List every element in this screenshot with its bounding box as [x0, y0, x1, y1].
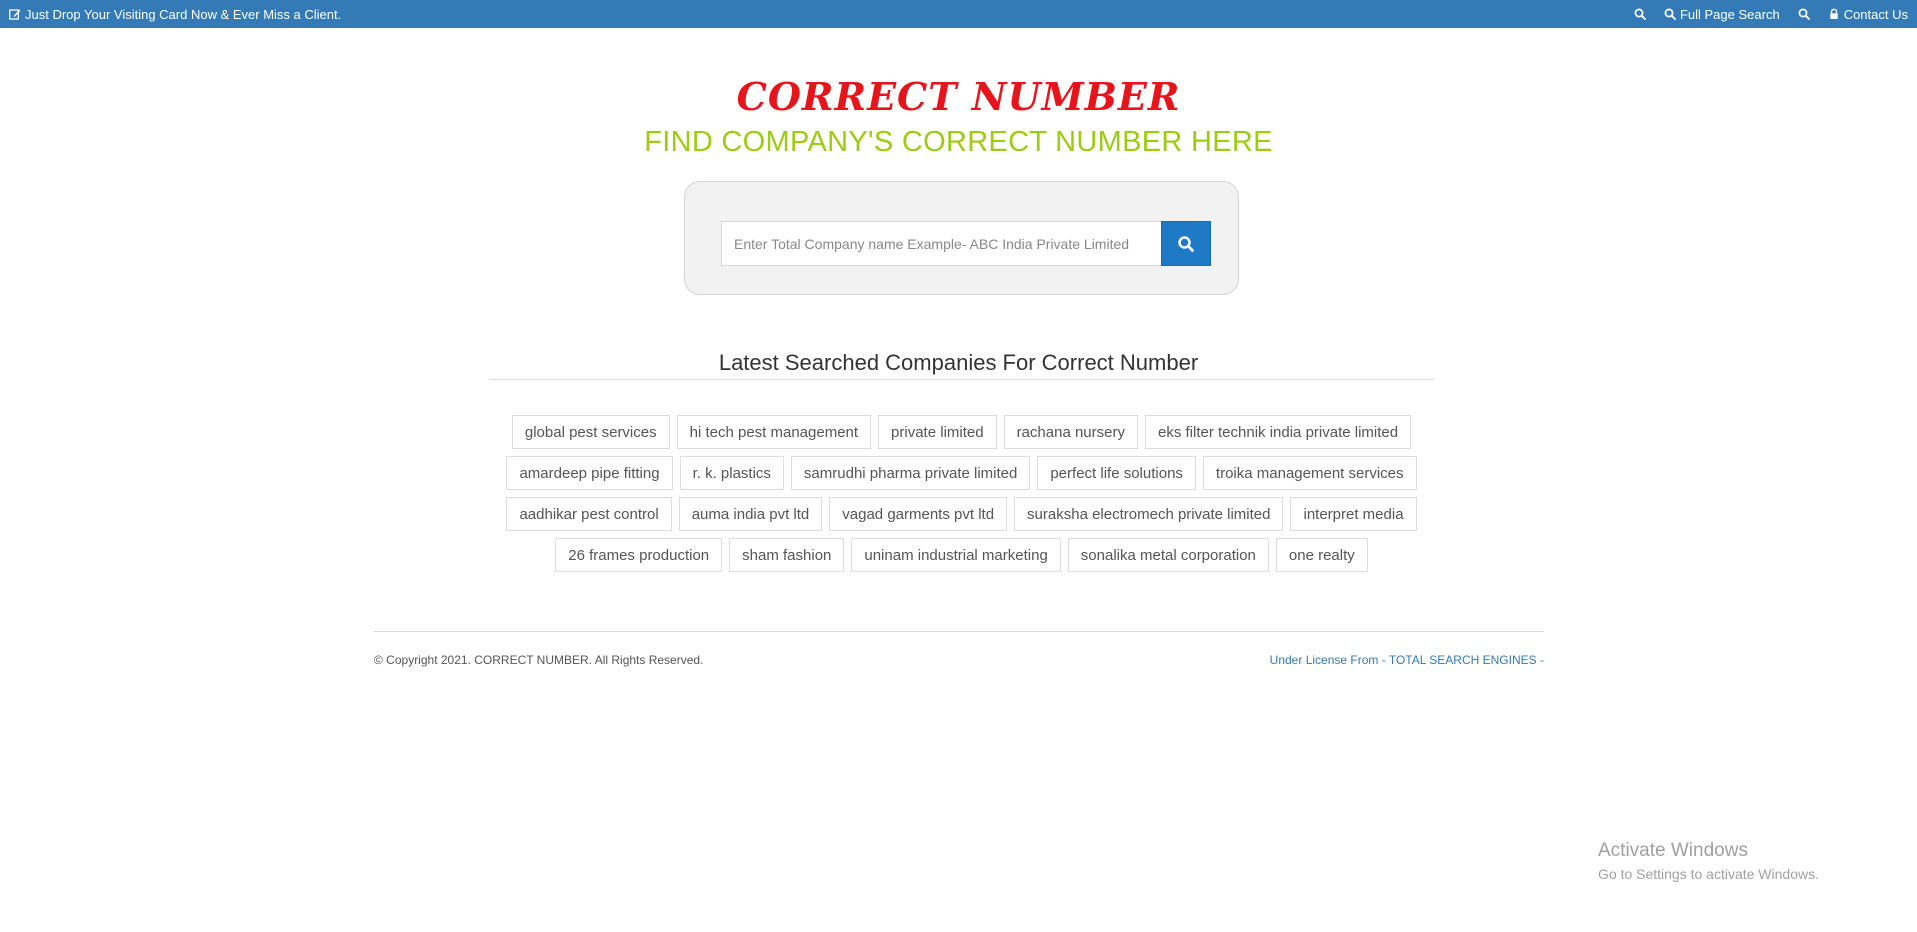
company-tag[interactable]: rachana nursery — [1003, 415, 1138, 449]
search-panel — [684, 181, 1239, 295]
contact-us-label: Contact Us — [1843, 6, 1908, 22]
search-icon — [1178, 235, 1194, 252]
company-tag[interactable]: auma india pvt ltd — [678, 497, 823, 531]
visiting-card-promo-link[interactable]: Just Drop Your Visiting Card Now & Ever … — [9, 0, 341, 28]
company-tag[interactable]: hi tech pest management — [676, 415, 872, 449]
company-tag[interactable]: sham fashion — [729, 538, 845, 572]
license-suffix: - — [1540, 653, 1544, 667]
company-tag[interactable]: sonalika metal corporation — [1067, 538, 1269, 572]
company-tag[interactable]: private limited — [878, 415, 997, 449]
top-bar: Just Drop Your Visiting Card Now & Ever … — [0, 0, 1917, 28]
company-tag[interactable]: r. k. plastics — [679, 456, 784, 490]
search-toggle[interactable] — [1634, 8, 1646, 20]
company-tag[interactable]: 26 frames production — [555, 538, 723, 572]
company-tag[interactable]: samrudhi pharma private limited — [790, 456, 1031, 490]
full-page-search-label: Full Page Search — [1679, 6, 1780, 22]
company-tag[interactable]: amardeep pipe fitting — [506, 456, 673, 490]
page-tagline: FIND COMPANY'S CORRECT NUMBER HERE — [644, 126, 1273, 158]
latest-searches-heading: Latest Searched Companies For Correct Nu… — [718, 350, 1199, 375]
promo-text: Just Drop Your Visiting Card Now & Ever … — [25, 6, 342, 22]
search-icon — [1798, 8, 1810, 20]
search-icon — [1664, 8, 1676, 20]
company-tag[interactable]: eks filter technik india private limited — [1145, 415, 1412, 449]
full-page-search-link[interactable]: Full Page Search — [1664, 7, 1780, 22]
search-button[interactable] — [1161, 221, 1211, 266]
tag-row: amardeep pipe fitting r. k. plastics sam… — [489, 456, 1434, 490]
search-toggle-secondary[interactable] — [1798, 8, 1810, 20]
company-tag[interactable]: suraksha electromech private limited — [1014, 497, 1284, 531]
tag-row: global pest services hi tech pest manage… — [489, 415, 1434, 449]
activation-subtitle: Go to Settings to activate Windows. — [1598, 866, 1819, 882]
lock-icon — [1828, 8, 1840, 20]
brand-logo[interactable]: CORRECT NUMBER — [0, 74, 1917, 119]
license-text: Under License From - TOTAL SEARCH ENGINE… — [1270, 653, 1544, 667]
company-tag[interactable]: perfect life solutions — [1037, 456, 1196, 490]
latest-searches-list: global pest services hi tech pest manage… — [489, 415, 1434, 572]
company-tag[interactable]: vagad garments pvt ltd — [829, 497, 1008, 531]
tag-row: aadhikar pest control auma india pvt ltd… — [489, 497, 1434, 531]
edit-icon — [9, 8, 21, 20]
windows-activation-watermark: Activate Windows Go to Settings to activ… — [1598, 840, 1819, 882]
company-tag[interactable]: uninam industrial marketing — [851, 538, 1061, 572]
license-prefix: Under License From - — [1269, 653, 1386, 667]
search-icon — [1634, 8, 1646, 20]
contact-us-link[interactable]: Contact Us — [1828, 7, 1908, 22]
activation-title: Activate Windows — [1598, 840, 1748, 861]
divider — [489, 379, 1434, 380]
company-tag[interactable]: interpret media — [1290, 497, 1417, 531]
topbar-nav: Full Page Search Contact Us — [1634, 0, 1908, 28]
company-tag[interactable]: one realty — [1275, 538, 1368, 572]
tag-row: 26 frames production sham fashion uninam… — [489, 538, 1434, 572]
copyright-text: © Copyright 2021. CORRECT NUMBER. All Ri… — [374, 653, 704, 667]
company-search-input[interactable] — [721, 221, 1162, 266]
company-tag[interactable]: aadhikar pest control — [506, 497, 672, 531]
company-tag[interactable]: global pest services — [511, 415, 670, 449]
footer-divider — [374, 631, 1544, 632]
total-search-engines-link[interactable]: TOTAL SEARCH ENGINES — [1389, 653, 1537, 667]
company-tag[interactable]: troika management services — [1202, 456, 1417, 490]
